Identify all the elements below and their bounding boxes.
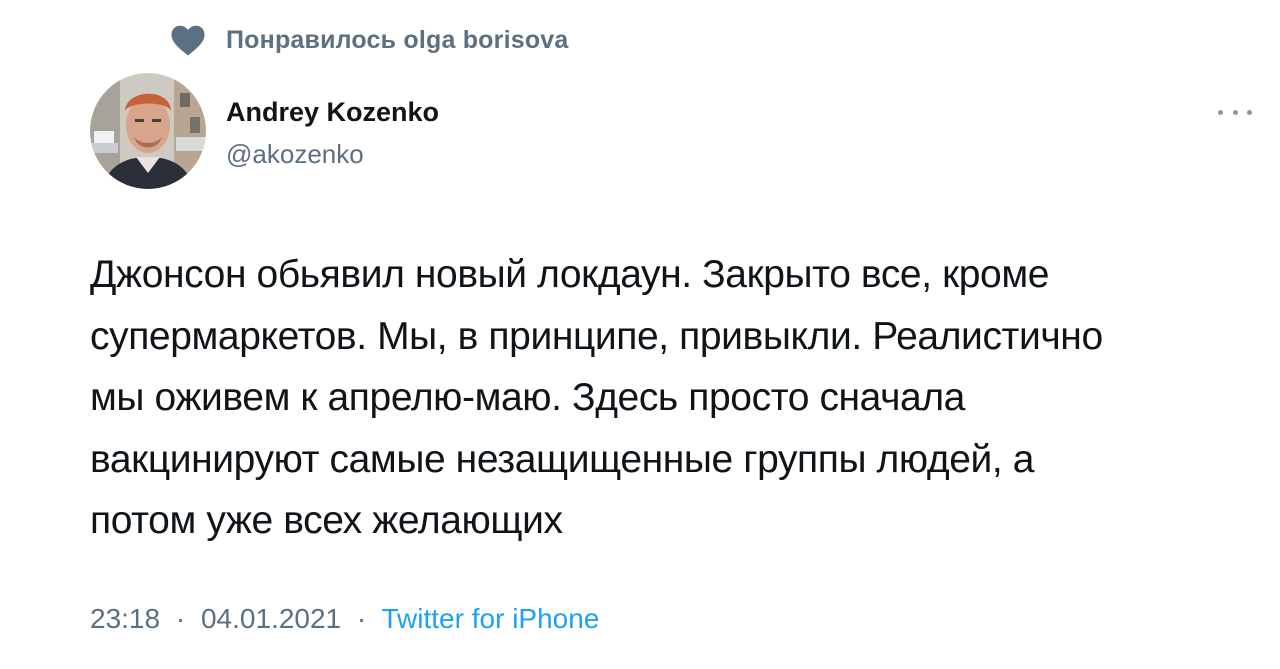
meta-separator: · <box>356 603 367 634</box>
tweet-date[interactable]: 04.01.2021 <box>201 603 341 634</box>
liked-by-label[interactable]: Понравилось olga borisova <box>226 26 569 55</box>
more-options-icon[interactable] <box>1218 102 1252 122</box>
meta-separator: · <box>175 603 186 634</box>
avatar[interactable] <box>90 73 206 189</box>
tweet-text: Джонсон обьявил новый локдаун. Закрыто в… <box>90 253 1103 542</box>
tweet-time[interactable]: 23:18 <box>90 603 160 634</box>
tweet-source-link[interactable]: Twitter for iPhone <box>382 603 600 634</box>
tweet-metadata: 23:18 · 04.01.2021 · Twitter for iPhone <box>90 603 599 635</box>
author-handle[interactable]: @akozenko <box>226 139 364 170</box>
author-name[interactable]: Andrey Kozenko <box>226 97 439 128</box>
heart-icon <box>171 25 205 56</box>
social-context: Понравилось olga borisova <box>170 20 569 60</box>
